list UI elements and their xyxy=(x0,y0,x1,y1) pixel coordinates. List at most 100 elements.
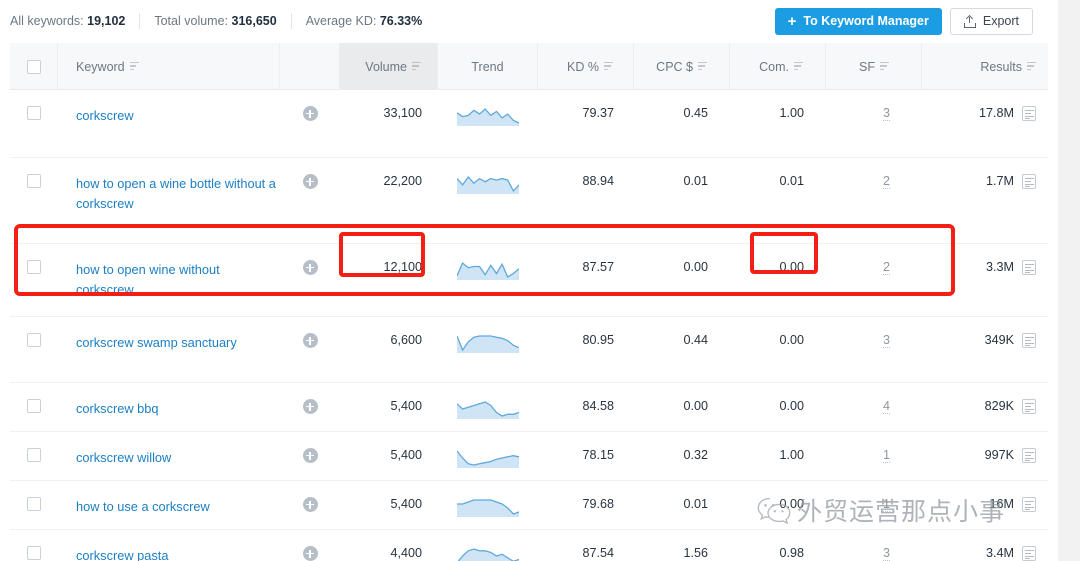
row-select-cell[interactable] xyxy=(10,432,58,480)
column-header-com[interactable]: Com. xyxy=(730,43,826,90)
row-select-cell[interactable] xyxy=(10,317,58,382)
serp-results-icon[interactable] xyxy=(1022,448,1036,463)
trend-sparkline xyxy=(457,450,519,468)
table-row[interactable]: corkscrew willow 5,400 78.15 0.32 1.00 1 997K xyxy=(10,432,1048,481)
table-row[interactable]: how to use a corkscrew 5,400 79.68 0.01 0.00… xyxy=(10,481,1048,530)
sort-icon[interactable] xyxy=(794,62,803,71)
row-select-cell[interactable] xyxy=(10,481,58,529)
add-keyword-cell[interactable] xyxy=(280,432,340,480)
row-select-cell[interactable] xyxy=(10,530,58,561)
row-select-cell[interactable] xyxy=(10,244,58,316)
row-checkbox[interactable] xyxy=(27,497,41,511)
add-keyword-icon[interactable] xyxy=(302,399,318,414)
table-row[interactable]: corkscrew swamp sanctuary 6,600 80.95 0.44 0… xyxy=(10,317,1048,383)
sf-value[interactable]: 2 xyxy=(882,174,890,189)
serp-results-icon[interactable] xyxy=(1022,399,1036,414)
sort-icon[interactable] xyxy=(1027,62,1036,71)
row-checkbox[interactable] xyxy=(27,448,41,462)
serp-results-icon[interactable] xyxy=(1022,260,1036,275)
row-checkbox[interactable] xyxy=(27,399,41,413)
sf-value[interactable]: 3 xyxy=(882,106,890,121)
add-keyword-cell[interactable] xyxy=(280,530,340,561)
serp-results-icon[interactable] xyxy=(1022,546,1036,561)
add-keyword-cell[interactable] xyxy=(280,481,340,529)
keyword-link[interactable]: corkscrew pasta xyxy=(76,546,168,561)
keyword-link[interactable]: how to use a corkscrew xyxy=(76,497,210,517)
sort-icon[interactable] xyxy=(604,62,613,71)
trend-sparkline xyxy=(457,499,519,517)
add-keyword-icon[interactable] xyxy=(302,333,318,348)
column-header-results[interactable]: Results xyxy=(922,43,1048,90)
column-header-volume[interactable]: Volume xyxy=(340,43,438,90)
add-keyword-cell[interactable] xyxy=(280,158,340,243)
kd-cell: 87.57 xyxy=(582,260,614,274)
stat-value: 316,650 xyxy=(231,14,277,28)
cpc-cell: 0.01 xyxy=(683,174,708,188)
row-select-cell[interactable] xyxy=(10,383,58,431)
column-label: Volume xyxy=(365,59,407,74)
add-keyword-icon[interactable] xyxy=(302,546,318,561)
sort-icon[interactable] xyxy=(880,62,889,71)
select-all-checkbox[interactable] xyxy=(26,59,41,74)
add-keyword-icon[interactable] xyxy=(302,448,318,463)
results-value: 997K xyxy=(984,448,1014,462)
cpc-cell: 0.32 xyxy=(683,448,708,462)
add-keyword-cell[interactable] xyxy=(280,244,340,316)
serp-results-icon[interactable] xyxy=(1022,106,1036,121)
table-row[interactable]: corkscrew 33,100 79.37 0.45 1.00 3 17.8M xyxy=(10,90,1048,158)
add-keyword-cell[interactable] xyxy=(280,383,340,431)
sf-value[interactable]: 2 xyxy=(882,260,890,275)
row-select-cell[interactable] xyxy=(10,158,58,243)
add-keyword-icon[interactable] xyxy=(302,260,318,275)
sf-value[interactable]: 3 xyxy=(882,546,890,561)
keyword-link[interactable]: corkscrew willow xyxy=(76,448,171,468)
row-checkbox[interactable] xyxy=(27,546,41,560)
keyword-link[interactable]: corkscrew bbq xyxy=(76,399,159,419)
column-header-sf[interactable]: SF xyxy=(826,43,922,90)
serp-results-icon[interactable] xyxy=(1022,497,1036,512)
row-checkbox[interactable] xyxy=(27,174,41,188)
keyword-link[interactable]: corkscrew xyxy=(76,106,134,126)
kd-cell: 88.94 xyxy=(582,174,614,188)
sf-value[interactable]: 1 xyxy=(882,448,890,463)
row-checkbox[interactable] xyxy=(27,333,41,347)
to-keyword-manager-button[interactable]: + To Keyword Manager xyxy=(774,7,942,35)
table-row[interactable]: how to open a wine bottle without a cork… xyxy=(10,158,1048,244)
table-row[interactable]: how to open wine without corkscrew 12,100… xyxy=(10,244,1048,317)
kd-cell: 80.95 xyxy=(582,333,614,347)
results-value: 17.8M xyxy=(978,106,1014,120)
select-all-header[interactable] xyxy=(10,43,58,90)
add-keyword-cell[interactable] xyxy=(280,317,340,382)
column-label: Trend xyxy=(471,59,504,74)
results-cell: 17.8M xyxy=(922,90,1048,157)
row-checkbox[interactable] xyxy=(27,106,41,120)
trend-sparkline xyxy=(457,548,519,561)
volume-cell: 4,400 xyxy=(390,546,422,560)
table-row[interactable]: corkscrew bbq 5,400 84.58 0.00 0.00 4 829K xyxy=(10,383,1048,432)
sf-value[interactable]: 1 xyxy=(882,497,890,512)
sort-icon[interactable] xyxy=(129,62,139,71)
sort-icon[interactable] xyxy=(698,62,707,71)
serp-results-icon[interactable] xyxy=(1022,333,1036,348)
add-keyword-cell[interactable] xyxy=(280,90,340,157)
add-keyword-icon[interactable] xyxy=(302,497,318,512)
keyword-link[interactable]: how to open wine without corkscrew xyxy=(76,260,280,300)
keyword-link[interactable]: how to open a wine bottle without a cork… xyxy=(76,174,280,214)
table-row[interactable]: corkscrew pasta 4,400 87.54 1.56 0.98 3 3.4M xyxy=(10,530,1048,561)
row-select-cell[interactable] xyxy=(10,90,58,157)
row-checkbox[interactable] xyxy=(27,260,41,274)
sort-icon[interactable] xyxy=(412,62,421,71)
sf-value[interactable]: 3 xyxy=(882,333,890,348)
column-header-kd[interactable]: KD % xyxy=(538,43,634,90)
serp-results-icon[interactable] xyxy=(1022,174,1036,189)
keyword-link[interactable]: corkscrew swamp sanctuary xyxy=(76,333,237,353)
add-keyword-icon[interactable] xyxy=(302,106,318,121)
column-header-cpc[interactable]: CPC $ xyxy=(634,43,730,90)
export-button[interactable]: Export xyxy=(949,7,1033,35)
add-keyword-icon[interactable] xyxy=(302,174,318,189)
volume-cell: 5,400 xyxy=(390,399,422,413)
column-header-keyword[interactable]: Keyword xyxy=(58,43,280,90)
keyword-cell: corkscrew willow xyxy=(58,432,280,480)
trend-sparkline xyxy=(457,335,519,353)
sf-value[interactable]: 4 xyxy=(882,399,890,414)
